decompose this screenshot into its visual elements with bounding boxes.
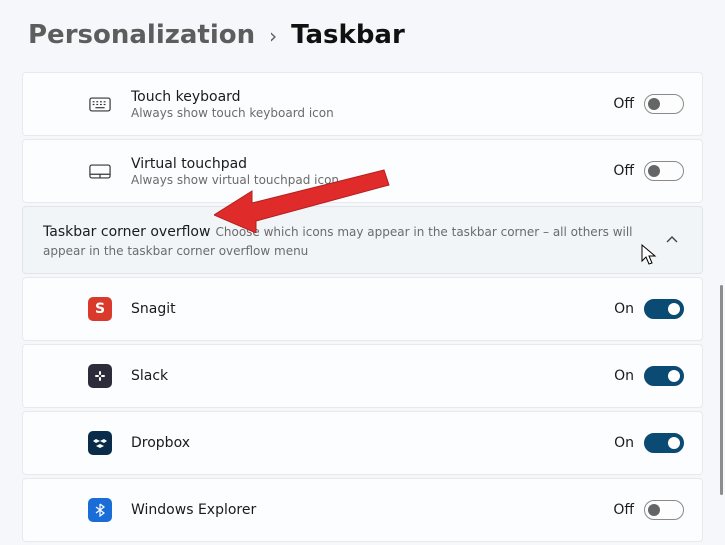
row-virtual-touchpad[interactable]: Virtual touchpad Always show virtual tou…	[22, 139, 703, 203]
row-app-dropbox[interactable]: Dropbox On	[22, 411, 703, 475]
app-name: Slack	[131, 368, 614, 384]
row-sub: Always show virtual touchpad icon	[131, 173, 613, 187]
chevron-up-icon	[660, 228, 684, 252]
app-name: Windows Explorer	[131, 502, 613, 518]
toggle-virtual-touchpad[interactable]	[644, 161, 684, 181]
row-app-windows-explorer[interactable]: Windows Explorer Off	[22, 478, 703, 542]
row-sub: Always show touch keyboard icon	[131, 106, 613, 120]
row-title: Virtual touchpad	[131, 156, 613, 172]
toggle-state-label: Off	[613, 96, 634, 112]
section-title: Taskbar corner overflow	[43, 224, 210, 240]
app-icon-snagit: S	[87, 296, 113, 322]
row-app-slack[interactable]: Slack On	[22, 344, 703, 408]
toggle-state-label: Off	[613, 502, 634, 518]
section-taskbar-overflow[interactable]: Taskbar corner overflow Choose which ico…	[22, 206, 703, 274]
settings-list: Touch keyboard Always show touch keyboar…	[22, 72, 703, 545]
breadcrumb-separator: ›	[269, 24, 277, 48]
app-name: Dropbox	[131, 435, 614, 451]
row-touch-keyboard[interactable]: Touch keyboard Always show touch keyboar…	[22, 72, 703, 136]
breadcrumb: Personalization › Taskbar	[28, 20, 703, 50]
breadcrumb-current: Taskbar	[291, 20, 405, 50]
toggle-dropbox[interactable]	[644, 433, 684, 453]
keyboard-icon	[87, 91, 113, 117]
app-name: Snagit	[131, 301, 614, 317]
toggle-state-label: On	[614, 368, 634, 384]
toggle-touch-keyboard[interactable]	[644, 94, 684, 114]
toggle-state-label: On	[614, 435, 634, 451]
scrollbar[interactable]	[720, 285, 723, 495]
toggle-state-label: On	[614, 301, 634, 317]
toggle-slack[interactable]	[644, 366, 684, 386]
toggle-state-label: Off	[613, 163, 634, 179]
toggle-snagit[interactable]	[644, 299, 684, 319]
row-title: Touch keyboard	[131, 89, 613, 105]
app-icon-bluetooth	[87, 497, 113, 523]
app-icon-dropbox	[87, 430, 113, 456]
breadcrumb-parent[interactable]: Personalization	[28, 20, 255, 50]
row-app-snagit[interactable]: S Snagit On	[22, 277, 703, 341]
app-icon-slack	[87, 363, 113, 389]
touchpad-icon	[87, 158, 113, 184]
toggle-windows-explorer[interactable]	[644, 500, 684, 520]
